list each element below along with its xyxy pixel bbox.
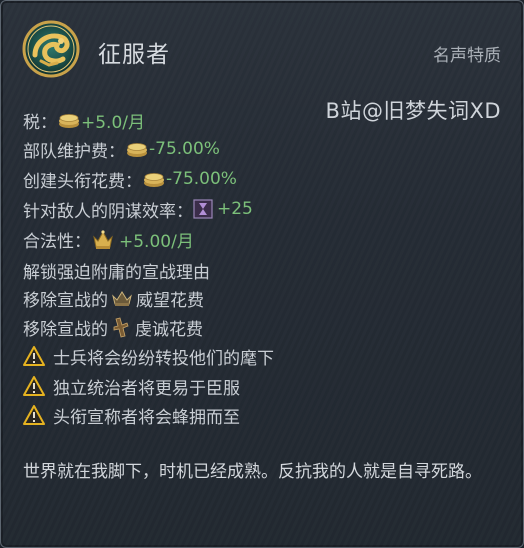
- unlock-casus-belli: 解锁强迫附庸的宣战理由: [23, 257, 210, 283]
- legitimacy-crown-icon: [93, 230, 113, 249]
- conqueror-trait-icon: [22, 20, 80, 78]
- intrigue-scheme-icon: [193, 199, 213, 219]
- modifier-title-creation-cost: 创建头衔花费： -75.00%: [23, 166, 237, 192]
- unlock-text-before: 移除宣战的: [23, 290, 108, 311]
- unlock-text-before: 移除宣战的: [23, 319, 108, 340]
- gold-coins-icon: [59, 114, 79, 128]
- flavor-text: 世界就在我脚下，时机已经成熟。反抗我的人就是自寻死路。: [23, 462, 482, 482]
- warning-soldiers-defect: 士兵将会纷纷转投他们的麾下: [23, 343, 274, 369]
- modifier-value: +5.00/月: [119, 231, 194, 252]
- warning-triangle-icon: [23, 376, 45, 396]
- trait-title: 征服者: [98, 42, 170, 68]
- warning-text: 士兵将会纷纷转投他们的麾下: [53, 348, 274, 369]
- modifier-label: 部队维护费：: [23, 141, 125, 162]
- modifier-label: 税：: [23, 112, 57, 133]
- unlock-prestige-cost: 移除宣战的 威望花费: [23, 285, 204, 311]
- gold-coins-icon: [127, 143, 147, 157]
- piety-icon: [113, 317, 129, 338]
- unlock-text: 解锁强迫附庸的宣战理由: [23, 262, 210, 283]
- trait-category: 名声特质: [433, 46, 501, 66]
- modifier-legitimacy: 合法性： +5.00/月: [23, 226, 194, 252]
- modifier-scheme-power: 针对敌人的阴谋效率： +25: [23, 196, 253, 222]
- warning-rulers-submit: 独立统治者将更易于臣服: [23, 373, 240, 399]
- modifier-label: 创建头衔花费：: [23, 171, 142, 192]
- modifier-label: 针对敌人的阴谋效率：: [23, 201, 193, 222]
- unlock-text-after: 威望花费: [136, 290, 204, 311]
- modifier-value: -75.00%: [149, 139, 220, 159]
- watermark: B站@旧梦失词XD: [325, 99, 501, 123]
- warning-text: 独立统治者将更易于臣服: [53, 378, 240, 399]
- modifier-value: +5.0/月: [81, 112, 146, 133]
- modifier-value: +25: [217, 199, 253, 219]
- gold-coins-icon: [144, 173, 164, 187]
- unlock-text-after: 虔诚花费: [135, 319, 203, 340]
- modifier-label: 合法性：: [23, 231, 91, 252]
- warning-claimants-flock: 头衔宣称者将会蜂拥而至: [23, 402, 240, 428]
- warning-triangle-icon: [23, 405, 45, 425]
- modifier-value: -75.00%: [166, 169, 237, 189]
- unlock-piety-cost: 移除宣战的 虔诚花费: [23, 314, 203, 340]
- modifier-tax: 税： +5.0/月: [23, 107, 145, 133]
- warning-text: 头衔宣称者将会蜂拥而至: [53, 407, 240, 428]
- modifier-army-maintenance: 部队维护费： -75.00%: [23, 136, 220, 162]
- prestige-crown-icon: [112, 291, 132, 306]
- warning-triangle-icon: [23, 346, 45, 366]
- trait-tooltip: 征服者 名声特质 B站@旧梦失词XD 税： +5.0/月 部队维护费： -75.…: [0, 0, 524, 548]
